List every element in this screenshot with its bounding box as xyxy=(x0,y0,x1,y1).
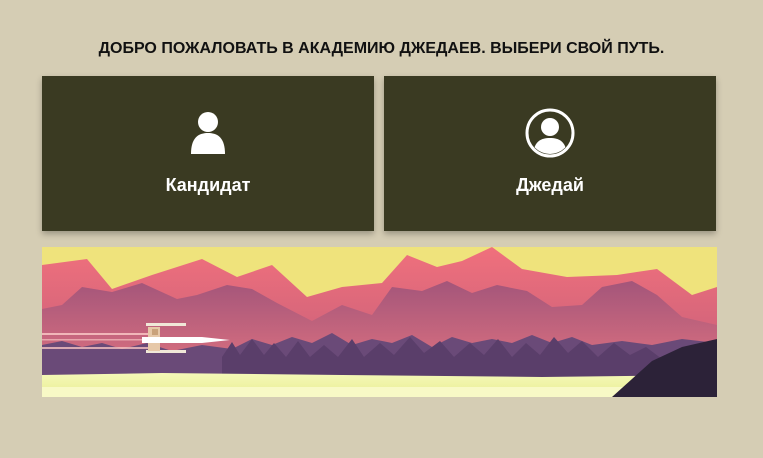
user-icon xyxy=(183,108,233,158)
candidate-label: Кандидат xyxy=(165,175,251,195)
page-title: ДОБРО ПОЖАЛОВАТЬ В АКАДЕМИЮ ДЖЕДАЕВ. ВЫБ… xyxy=(98,40,665,57)
page: ДОБРО ПОЖАЛОВАТЬ В АКАДЕМИЮ ДЖЕДАЕВ. ВЫБ… xyxy=(0,0,763,458)
jedi-card[interactable]: Джедай xyxy=(384,76,716,231)
jedi-label: Джедай xyxy=(516,175,584,195)
x-wing-banner xyxy=(42,247,717,397)
user-circle-icon xyxy=(525,108,575,158)
candidate-card[interactable]: Кандидат xyxy=(42,76,374,231)
